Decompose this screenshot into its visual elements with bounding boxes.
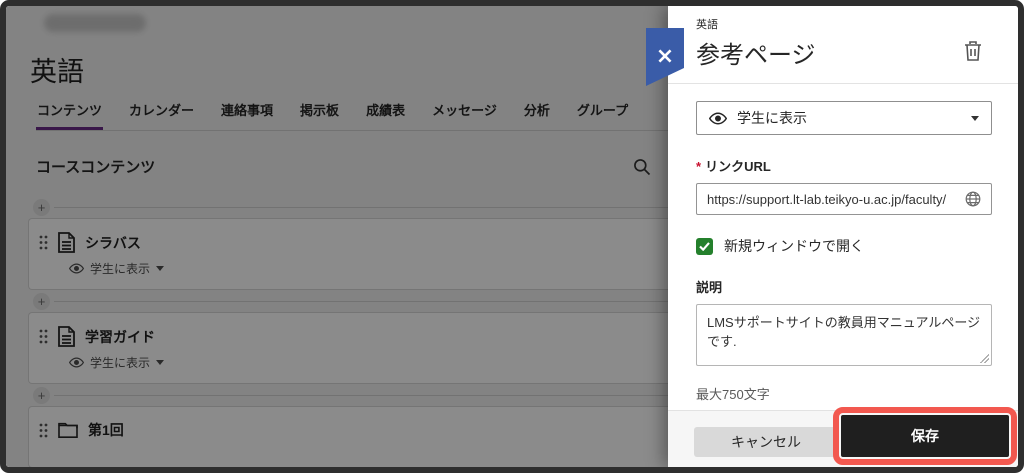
open-new-window-label: 新規ウィンドウで開く	[724, 238, 864, 254]
panel-footer: キャンセル 保存	[668, 407, 1018, 467]
resize-handle[interactable]	[980, 354, 989, 363]
trash-icon[interactable]	[964, 40, 986, 62]
eye-icon	[709, 111, 727, 125]
open-new-window-checkbox[interactable]: 新規ウィンドウで開く	[696, 236, 992, 256]
course-page: 英語 コンテンツ カレンダー 連絡事項 掲示板 成績表 メッセージ 分析 グルー…	[6, 6, 668, 467]
panel-body: 学生に表示 * リンクURL https://support.lt-lab.te…	[668, 84, 1018, 403]
link-url-label: * リンクURL	[696, 159, 771, 174]
panel-title: 参考ページ	[696, 41, 816, 69]
description-value: LMSサポートサイトの教員用マニュアルページです.	[707, 315, 981, 349]
description-textarea[interactable]: LMSサポートサイトの教員用マニュアルページです.	[696, 304, 992, 366]
panel-header: 英語 参考ページ	[668, 6, 1018, 84]
max-chars-note: 最大750文字	[696, 387, 770, 402]
visibility-select[interactable]: 学生に表示	[696, 101, 992, 135]
link-url-value: https://support.lt-lab.teikyo-u.ac.jp/fa…	[707, 191, 947, 207]
checkbox-checked-icon	[696, 237, 713, 255]
required-marker: *	[696, 159, 702, 174]
highlight-annotation: 保存	[833, 407, 1017, 465]
save-button[interactable]: 保存	[841, 415, 1009, 457]
globe-icon	[965, 191, 981, 207]
visibility-select-value: 学生に表示	[737, 110, 807, 126]
chevron-down-icon	[971, 115, 979, 121]
cancel-button[interactable]: キャンセル	[694, 427, 838, 457]
modal-dim-overlay	[6, 6, 668, 467]
app-window: 英語 コンテンツ カレンダー 連絡事項 掲示板 成績表 メッセージ 分析 グルー…	[0, 0, 1024, 473]
edit-link-panel: × 英語 参考ページ 学生に表示 * リンクURL https://suppor…	[646, 6, 1018, 467]
description-label: 説明	[696, 280, 723, 295]
panel-course-context: 英語	[696, 19, 718, 31]
link-url-input[interactable]: https://support.lt-lab.teikyo-u.ac.jp/fa…	[696, 183, 992, 215]
